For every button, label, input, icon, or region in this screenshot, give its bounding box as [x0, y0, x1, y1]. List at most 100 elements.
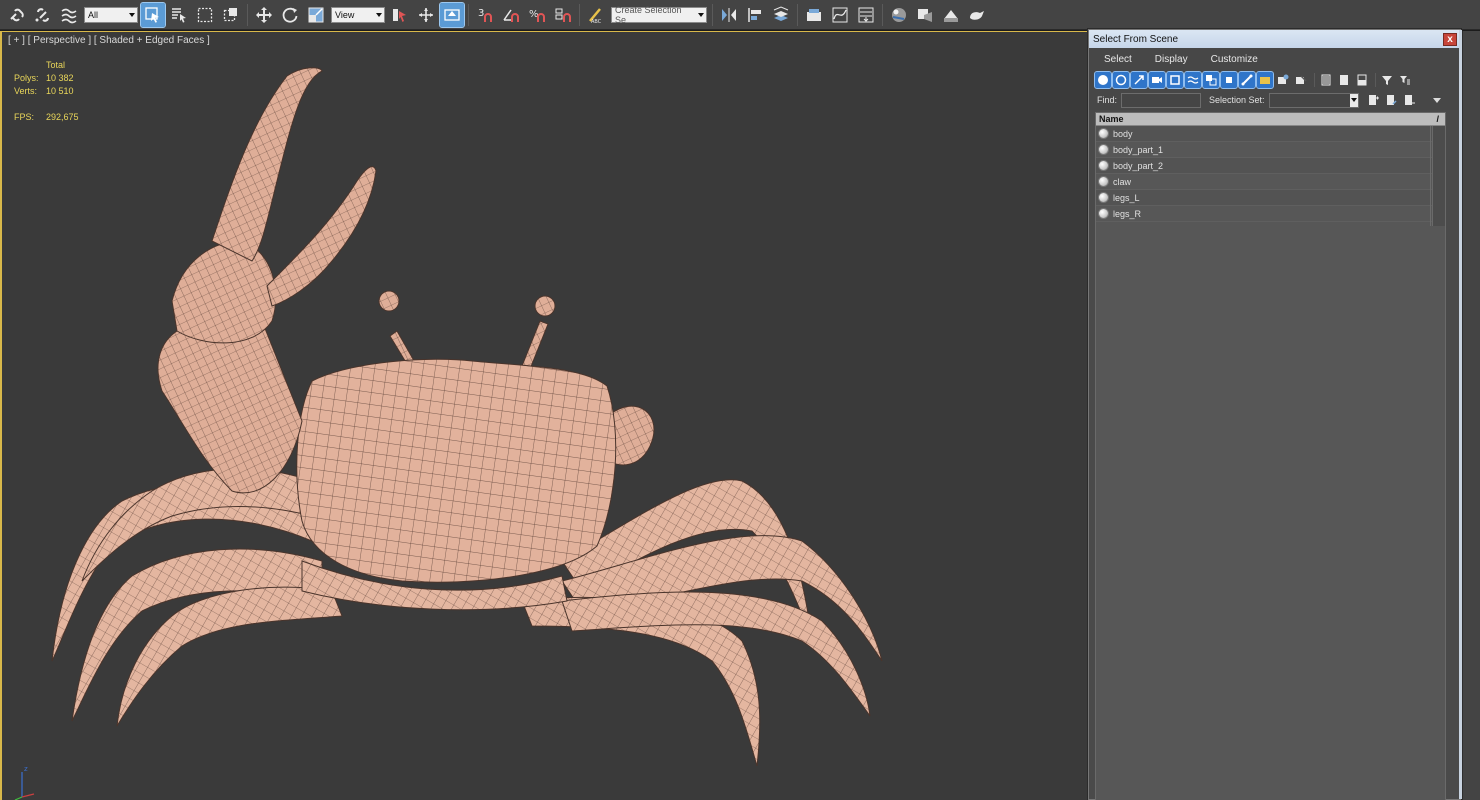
object-rows: body body_part_1 body_part_2 claw legs_L… — [1096, 126, 1445, 222]
graphite-tools-icon[interactable] — [802, 3, 826, 27]
geometry-sphere-icon — [1098, 176, 1109, 187]
crab-model[interactable] — [2, 32, 1088, 800]
verts-label: Verts: — [14, 86, 38, 96]
display-lights-icon[interactable] — [1130, 71, 1148, 89]
window-crossing-icon[interactable] — [219, 3, 243, 27]
object-row-body-part-1[interactable]: body_part_1 — [1096, 142, 1445, 158]
chevron-down-icon — [376, 12, 382, 17]
geometry-sphere-icon — [1098, 160, 1109, 171]
chevron-down-icon — [1350, 98, 1357, 102]
display-helpers-icon[interactable] — [1166, 71, 1184, 89]
close-icon[interactable]: x — [1443, 32, 1457, 46]
selection-set-remove-icon[interactable] — [1401, 92, 1417, 108]
menu-select[interactable]: Select — [1097, 54, 1132, 65]
select-by-name-icon[interactable] — [167, 3, 191, 27]
perspective-viewport[interactable]: [ + ] [ Perspective ] [ Shaded + Edged F… — [0, 31, 1088, 800]
display-shapes-icon[interactable] — [1112, 71, 1130, 89]
bind-space-warp-icon[interactable] — [57, 3, 81, 27]
align-icon[interactable] — [743, 3, 767, 27]
list-header[interactable]: Name / — [1096, 113, 1445, 126]
pivot-center-icon[interactable] — [388, 3, 412, 27]
display-cameras-icon[interactable] — [1148, 71, 1166, 89]
named-selection-dropdown[interactable]: Create Selection Se — [611, 4, 707, 25]
display-geometry-icon[interactable] — [1094, 71, 1112, 89]
find-input[interactable] — [1121, 92, 1202, 108]
spinner-snap-icon[interactable] — [551, 3, 575, 27]
reference-coordinate-value: View — [335, 9, 355, 20]
toolbar-divider — [1314, 73, 1315, 87]
named-selection-placeholder: Create Selection Se — [615, 4, 682, 25]
dialog-titlebar[interactable]: Select From Scene x — [1089, 30, 1460, 48]
selection-set-dropdown[interactable] — [1268, 92, 1359, 108]
angle-snap-icon[interactable] — [499, 3, 523, 27]
link-icon[interactable] — [5, 3, 29, 27]
dialog-border[interactable] — [1459, 30, 1462, 799]
display-frozen-icon[interactable] — [1275, 72, 1291, 88]
select-none-icon[interactable] — [1336, 72, 1352, 88]
display-hidden-icon[interactable] — [1293, 72, 1309, 88]
polys-value: 10 382 — [46, 73, 74, 83]
axis-gizmo-icon: z — [14, 765, 35, 800]
filter-options-icon[interactable] — [1397, 72, 1413, 88]
stats-header: Total — [46, 60, 66, 70]
toolbar-divider — [712, 3, 713, 26]
rectangular-selection-icon[interactable] — [193, 3, 217, 27]
select-manipulate-icon[interactable] — [414, 3, 438, 27]
percent-snap-icon[interactable]: % — [525, 3, 549, 27]
unlink-icon[interactable] — [31, 3, 55, 27]
dialog-toolbar — [1089, 70, 1460, 90]
move-icon[interactable] — [252, 3, 276, 27]
rotate-icon[interactable] — [278, 3, 302, 27]
select-invert-icon[interactable] — [1354, 72, 1370, 88]
render-setup-icon[interactable] — [913, 3, 937, 27]
select-object-icon[interactable] — [140, 1, 166, 28]
snap-toggle-icon[interactable]: 3 — [473, 3, 497, 27]
object-row-claw[interactable]: claw — [1096, 174, 1445, 190]
object-name: legs_L — [1113, 192, 1140, 203]
chevron-down-icon — [698, 12, 704, 17]
select-all-icon[interactable] — [1318, 72, 1334, 88]
display-bones-icon[interactable] — [1238, 71, 1256, 89]
menu-customize[interactable]: Customize — [1204, 54, 1258, 65]
scale-icon[interactable] — [304, 3, 328, 27]
list-scrollbar[interactable] — [1432, 126, 1445, 226]
dialog-title: Select From Scene — [1093, 33, 1179, 45]
object-row-body[interactable]: body — [1096, 126, 1445, 142]
reference-coordinate-dropdown[interactable]: View — [331, 6, 385, 23]
schematic-view-icon[interactable] — [854, 3, 878, 27]
render-production-icon[interactable] — [965, 3, 989, 27]
material-editor-icon[interactable] — [887, 3, 911, 27]
selection-filter-dropdown[interactable]: All — [84, 6, 138, 23]
viewport-label[interactable]: [ + ] [ Perspective ] [ Shaded + Edged F… — [8, 35, 210, 46]
object-row-legs-r[interactable]: legs_R — [1096, 206, 1445, 222]
display-spacewarps-icon[interactable] — [1184, 71, 1202, 89]
curve-editor-icon[interactable] — [828, 3, 852, 27]
display-xrefs-icon[interactable] — [1220, 71, 1238, 89]
dialog-menubar: Select Display Customize — [1089, 48, 1460, 70]
panel-options-chevron-icon[interactable] — [1432, 97, 1441, 103]
selection-set-add-icon[interactable] — [1365, 92, 1381, 108]
object-name: claw — [1113, 176, 1132, 187]
menu-display[interactable]: Display — [1148, 54, 1188, 65]
rendered-frame-icon[interactable] — [939, 3, 963, 27]
toolbar-divider — [882, 3, 883, 26]
display-containers-icon[interactable] — [1256, 71, 1274, 89]
keyboard-shortcut-override-icon[interactable] — [439, 1, 465, 28]
edit-named-selection-icon[interactable]: ABC — [584, 3, 608, 27]
svg-text:ABC: ABC — [591, 19, 602, 24]
geometry-sphere-icon — [1098, 208, 1109, 219]
geometry-sphere-icon — [1098, 128, 1109, 139]
object-name: body — [1113, 128, 1133, 139]
filter-icon[interactable] — [1379, 72, 1395, 88]
selection-set-edit-icon[interactable] — [1383, 92, 1399, 108]
geometry-sphere-icon — [1098, 192, 1109, 203]
polys-label: Polys: — [14, 73, 39, 83]
column-name-header[interactable]: Name — [1099, 114, 1124, 124]
mirror-icon[interactable] — [717, 3, 741, 27]
object-row-legs-l[interactable]: legs_L — [1096, 190, 1445, 206]
object-row-body-part-2[interactable]: body_part_2 — [1096, 158, 1445, 174]
toolbar-divider — [468, 3, 469, 26]
svg-text:z: z — [24, 765, 28, 773]
layer-manager-icon[interactable] — [769, 3, 793, 27]
display-groups-icon[interactable] — [1202, 71, 1220, 89]
